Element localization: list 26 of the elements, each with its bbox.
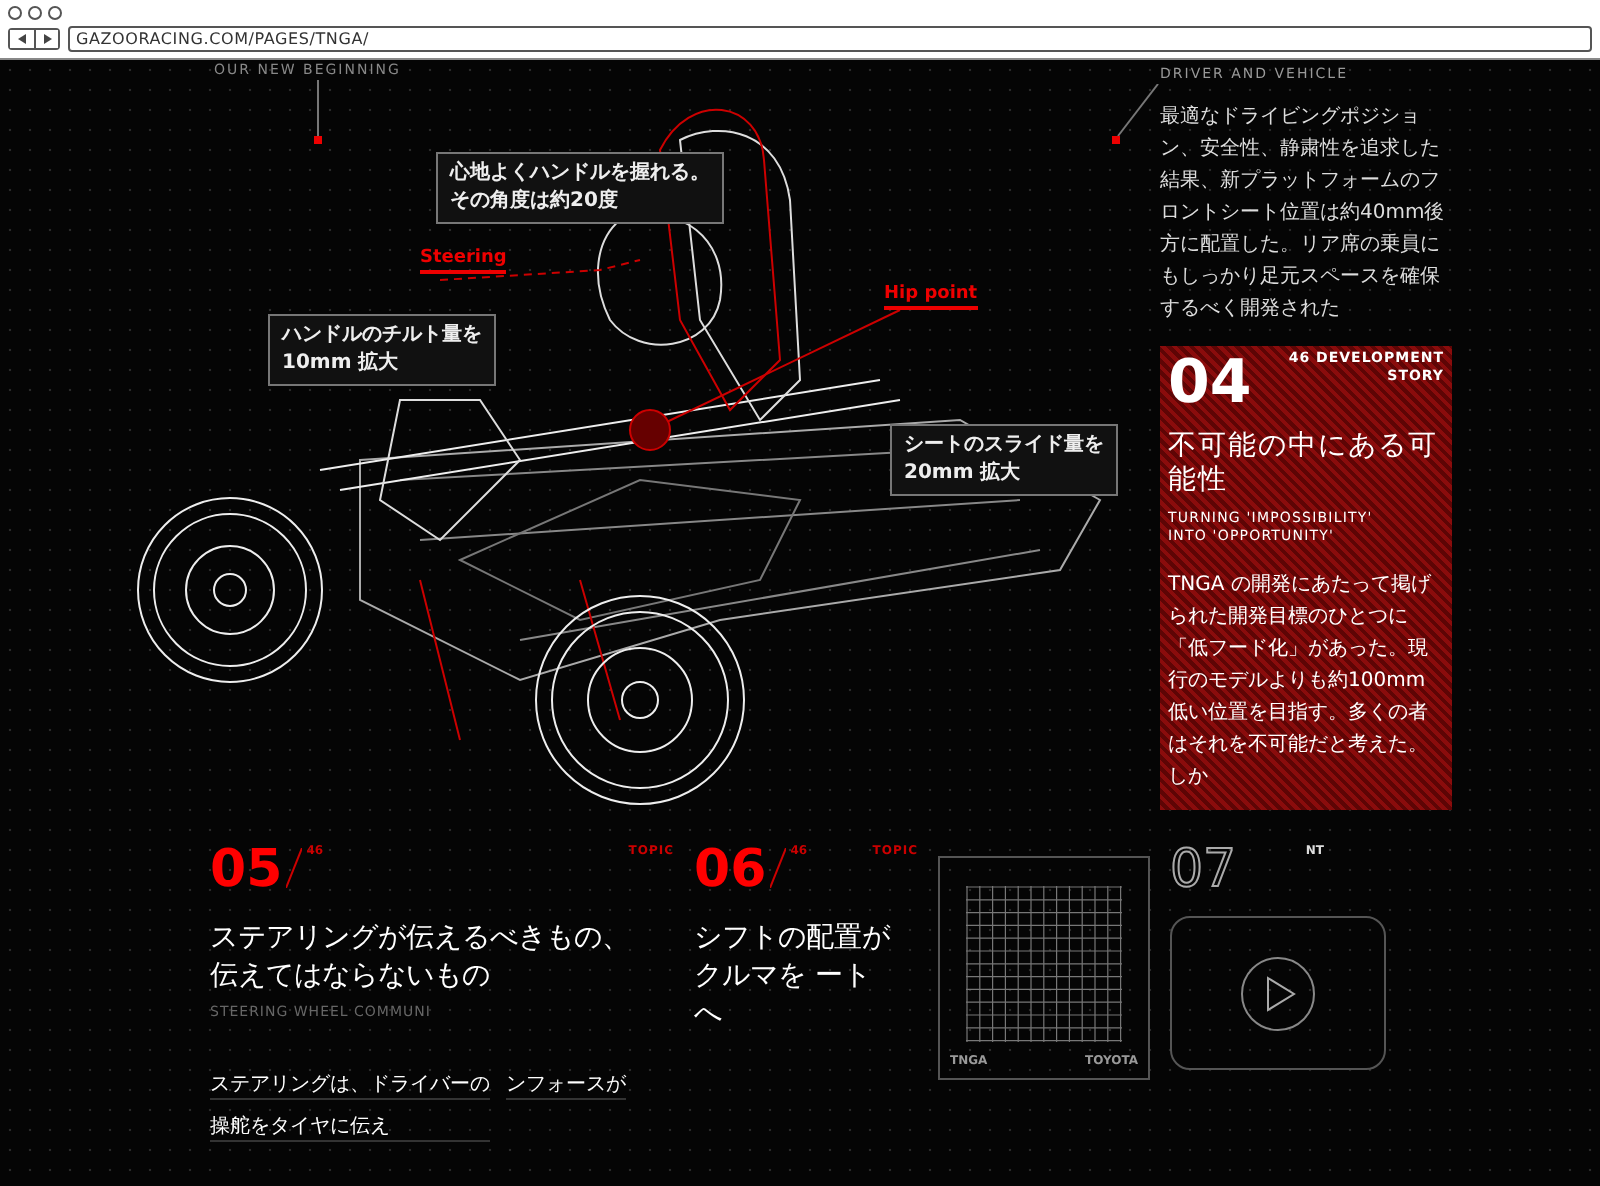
forward-icon [43, 34, 51, 44]
pin-marker-icon [312, 80, 324, 148]
callout-label: Hip point [884, 284, 978, 310]
story-text: TNGA の開発にあたって掲げられた開発目標のひとつに「低フード化」があった。現行のモデルよりも約100mm低い位置を目指す。多くの者はそれを不可能だと考えた。しか [1168, 572, 1433, 792]
back-icon [18, 34, 26, 44]
body-text: 操舵をタイヤに伝え [210, 1114, 490, 1142]
address-bar[interactable]: GAZOORACING.COM/PAGES/TNGA/ [68, 26, 1592, 52]
topic-title: シフトの配置が クルマを ート へ [694, 920, 892, 1034]
topic-number: 05 [210, 840, 283, 900]
play-icon[interactable] [1240, 955, 1316, 1031]
slash-icon [770, 848, 787, 888]
pin-marker-icon [1110, 84, 1160, 148]
body-text: ンフォースが [506, 1072, 626, 1100]
body-text: ステアリングは、ドライバーの [210, 1072, 490, 1100]
callout-box: ハンドルのチルト量を 10mm 拡大 [268, 314, 496, 386]
body-text: 最適なドライビングポジション、安全性、静粛性を追求した結果、新プラットフォームのフロントシート位置は約40mm後方に配置した。リア席の乗員にもしっかり足元スペースを確保するべく開発された [1160, 103, 1447, 324]
topic-title: ステアリングが伝えるべきもの、 伝えてはならないもの [210, 920, 632, 996]
topic-number: 06 [694, 840, 767, 900]
topic-number: 07 [1170, 840, 1237, 900]
slash-icon [286, 848, 303, 888]
callout-box: 心地よくハンドルを握れる。 その角度は約20度 [436, 152, 724, 224]
story-title: 不可能の中にある可能性 [1168, 430, 1440, 498]
forward-button[interactable] [34, 30, 58, 48]
callout-box: シートのスライド量を 20mm 拡大 [890, 424, 1118, 496]
story-number: 04 [1168, 350, 1252, 418]
callout-label: Steering [420, 248, 507, 274]
